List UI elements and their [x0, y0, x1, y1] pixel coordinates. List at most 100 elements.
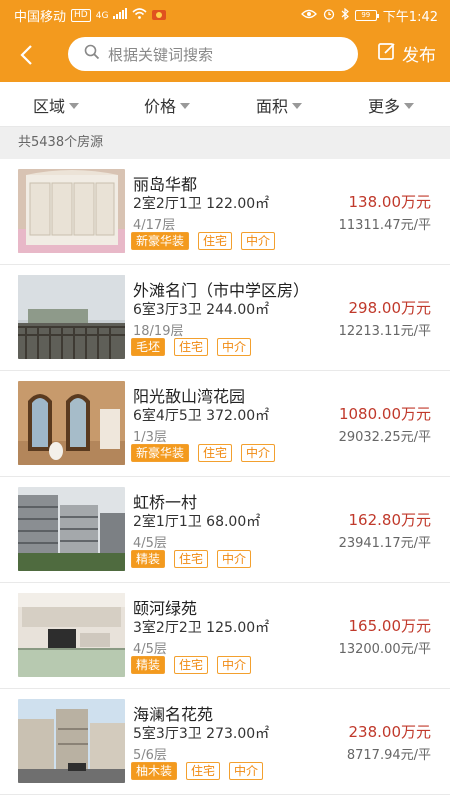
listing-unit-price: 11311.47元/平 — [338, 218, 431, 233]
listing-title: 海澜名花苑 — [133, 705, 214, 724]
listing-tags: 精装 住宅 中介 — [131, 550, 252, 568]
listing-item[interactable]: 颐河绿苑 3室2厅2卫 125.00㎡ 4/5层 精装 住宅 中介 165.00… — [0, 583, 450, 689]
bluetooth-icon — [341, 7, 349, 24]
listing-floor: 4/5层 — [133, 642, 167, 657]
agent-tag: 中介 — [241, 232, 276, 250]
carrier-label: 中国移动 — [14, 10, 67, 25]
search-icon — [84, 44, 100, 64]
search-placeholder: 根据关键词搜索 — [108, 45, 214, 64]
listing-photo — [18, 275, 125, 359]
filter-label: 更多 — [368, 97, 401, 116]
listing-photo — [18, 381, 125, 465]
status-left: 中国移动 HD 4G — [14, 6, 167, 25]
listing-item[interactable]: 虹桥一村 2室1厅1卫 68.00㎡ 4/5层 精装 住宅 中介 162.80万… — [0, 477, 450, 583]
agent-tag: 中介 — [229, 762, 264, 780]
agent-tag: 中介 — [217, 550, 252, 568]
listing-unit-price: 13200.00元/平 — [338, 642, 431, 657]
filter-bar: 区域 价格 面积 更多 — [0, 82, 450, 127]
listing-price: 138.00万元 — [348, 193, 432, 211]
listing-spec: 2室1厅1卫 68.00㎡ — [133, 514, 261, 530]
property-type-tag: 住宅 — [174, 656, 209, 674]
listing-price: 298.00万元 — [348, 299, 432, 317]
edit-icon — [377, 41, 397, 66]
agent-tag: 中介 — [217, 656, 252, 674]
filter-size[interactable]: 面积 — [256, 93, 303, 117]
listing-price: 238.00万元 — [348, 723, 432, 741]
eye-icon — [300, 8, 317, 23]
decoration-tag: 毛坯 — [131, 338, 166, 356]
listing-unit-price: 23941.17元/平 — [338, 536, 431, 551]
filter-label: 价格 — [144, 97, 177, 116]
filter-more[interactable]: 更多 — [368, 93, 415, 117]
back-arrow-icon — [20, 45, 32, 65]
listing-title: 虹桥一村 — [133, 493, 198, 512]
listing-title: 外滩名门（市中学区房） — [133, 281, 310, 300]
listing-photo — [18, 699, 125, 783]
battery-icon: 99 — [354, 10, 379, 21]
listing-title: 丽岛华都 — [133, 175, 198, 194]
caret-down-icon — [69, 103, 80, 109]
listing-unit-price: 8717.94元/平 — [346, 748, 431, 763]
publish-label: 发布 — [402, 46, 436, 66]
filter-area[interactable]: 区域 — [33, 93, 80, 117]
navigation-bar: 根据关键词搜索 发布 — [0, 28, 450, 82]
listing-tags: 新豪华装 住宅 中介 — [131, 444, 276, 462]
hd-badge: HD — [71, 9, 91, 22]
filter-price[interactable]: 价格 — [144, 93, 191, 117]
agent-tag: 中介 — [217, 338, 252, 356]
property-type-tag: 住宅 — [198, 232, 233, 250]
decoration-tag: 柚木装 — [131, 762, 178, 780]
listing-title: 颐河绿苑 — [133, 599, 198, 618]
listing-count: 共5438个房源 — [0, 127, 450, 159]
publish-button[interactable]: 发布 — [377, 41, 436, 66]
caret-down-icon — [292, 103, 303, 109]
listing-tags: 精装 住宅 中介 — [131, 656, 252, 674]
listing-floor: 4/17层 — [133, 218, 176, 233]
decoration-tag: 新豪华装 — [131, 232, 190, 250]
alarm-icon — [323, 8, 335, 24]
property-type-tag: 住宅 — [174, 338, 209, 356]
listing-floor: 5/6层 — [133, 748, 167, 763]
decoration-tag: 精装 — [131, 656, 166, 674]
clock: 下午1:42 — [382, 10, 438, 25]
filter-label: 面积 — [256, 97, 289, 116]
listing-floor: 4/5层 — [133, 536, 167, 551]
wifi-icon — [132, 8, 147, 23]
property-type-tag: 住宅 — [174, 550, 209, 568]
property-type-tag: 住宅 — [198, 444, 233, 462]
listing-floor: 18/19层 — [133, 324, 184, 339]
listing-photo — [18, 487, 125, 571]
listing-spec: 5室3厅3卫 273.00㎡ — [133, 726, 270, 742]
listing-photo — [18, 593, 125, 677]
caret-down-icon — [180, 103, 191, 109]
app-notification-icon — [152, 8, 167, 24]
decoration-tag: 精装 — [131, 550, 166, 568]
listing-unit-price: 29032.25元/平 — [338, 430, 431, 445]
listing-item[interactable]: 外滩名门（市中学区房） 6室3厅3卫 244.00㎡ 18/19层 毛坯 住宅 … — [0, 265, 450, 371]
listing-item[interactable]: 海澜名花苑 5室3厅3卫 273.00㎡ 5/6层 柚木装 住宅 中介 238.… — [0, 689, 450, 795]
listing-spec: 6室4厅5卫 372.00㎡ — [133, 408, 270, 424]
listing-item[interactable]: 丽岛华都 2室2厅1卫 122.00㎡ 4/17层 新豪华装 住宅 中介 138… — [0, 159, 450, 265]
caret-down-icon — [404, 103, 415, 109]
listing-spec: 3室2厅2卫 125.00㎡ — [133, 620, 270, 636]
listing-unit-price: 12213.11元/平 — [338, 324, 431, 339]
decoration-tag: 新豪华装 — [131, 444, 190, 462]
back-button[interactable] — [8, 36, 44, 74]
listing-spec: 6室3厅3卫 244.00㎡ — [133, 302, 270, 318]
listing-title: 阳光敔山湾花园 — [133, 387, 246, 406]
status-right: 99 下午1:42 — [300, 6, 438, 25]
filter-label: 区域 — [33, 97, 66, 116]
listing-tags: 新豪华装 住宅 中介 — [131, 232, 276, 250]
listing-floor: 1/3层 — [133, 430, 167, 445]
status-bar: 中国移动 HD 4G 99 下午1:42 — [0, 0, 450, 28]
search-input[interactable]: 根据关键词搜索 — [68, 37, 358, 71]
agent-tag: 中介 — [241, 444, 276, 462]
listing-item[interactable]: 阳光敔山湾花园 6室4厅5卫 372.00㎡ 1/3层 新豪华装 住宅 中介 1… — [0, 371, 450, 477]
listing-list: 丽岛华都 2室2厅1卫 122.00㎡ 4/17层 新豪华装 住宅 中介 138… — [0, 159, 450, 795]
signal-icon — [113, 8, 128, 23]
listing-spec: 2室2厅1卫 122.00㎡ — [133, 196, 270, 212]
listing-price: 1080.00万元 — [338, 405, 431, 423]
listing-tags: 柚木装 住宅 中介 — [131, 762, 264, 780]
listing-tags: 毛坯 住宅 中介 — [131, 338, 252, 356]
listing-photo — [18, 169, 125, 253]
